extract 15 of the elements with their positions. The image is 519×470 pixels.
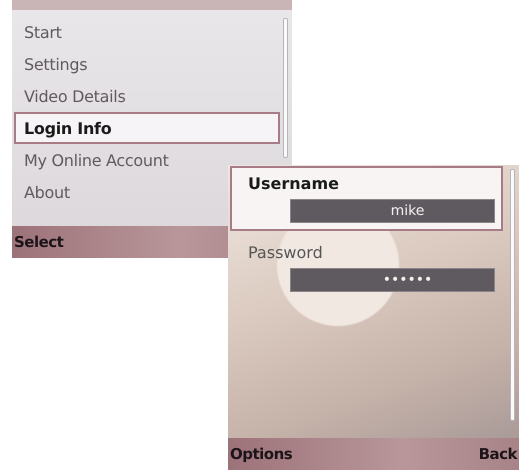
menu-item[interactable]: Login Info: [14, 112, 280, 144]
text-field[interactable]: ••••••: [290, 268, 495, 292]
text-field[interactable]: mike: [290, 199, 495, 223]
menu-item[interactable]: My Online Account: [14, 144, 175, 176]
menu-item[interactable]: Video Details: [14, 80, 132, 112]
field-label: Password: [248, 243, 324, 262]
softkey[interactable]: Select: [14, 233, 64, 251]
form-row[interactable]: Username mike: [230, 166, 503, 231]
menu-item[interactable]: Settings: [14, 48, 94, 80]
softkey[interactable]: Options: [230, 445, 292, 463]
menu-item[interactable]: Start: [14, 16, 68, 48]
form-row[interactable]: Password ••••••: [230, 235, 503, 300]
menu-item[interactable]: About: [14, 176, 76, 208]
field-label: Username: [248, 174, 340, 193]
softkey[interactable]: Back: [478, 445, 517, 463]
